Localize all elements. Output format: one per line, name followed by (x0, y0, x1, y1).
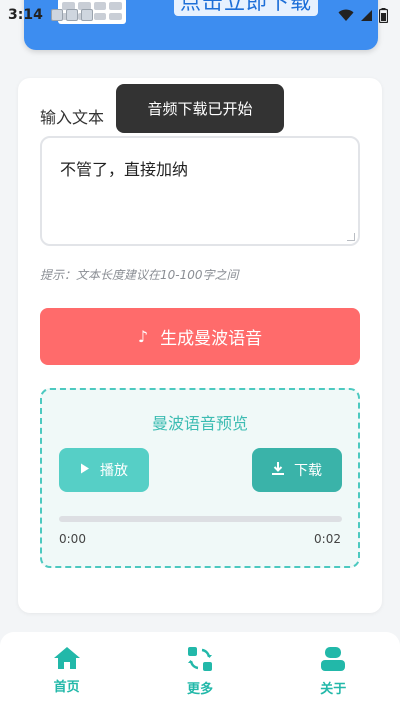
preview-title: 曼波语音预览 (151, 414, 248, 433)
signal-icon (360, 9, 373, 22)
notification-icon (80, 9, 93, 21)
more-icon (187, 646, 213, 672)
nav-item-label: 更多 (186, 682, 213, 697)
nav-item-more[interactable]: 更多 (150, 646, 250, 697)
play-button-label: 播放 (100, 463, 128, 479)
preview-panel: 曼波语音预览 播放 下载 0:00 0:02 (40, 388, 360, 568)
status-left: 3:14 (8, 7, 93, 23)
bottom-nav: 首页 更多 关于 (0, 632, 400, 711)
status-time: 3:14 (8, 7, 43, 23)
play-icon (80, 462, 90, 478)
notification-icon (50, 9, 63, 21)
music-note-icon: ♪ (137, 327, 149, 346)
generate-button-label: 生成曼波语音 (160, 329, 263, 349)
audio-progress-bar[interactable] (59, 516, 342, 522)
text-input-value: 不管了，直接加纳 (60, 160, 189, 179)
notification-icon (65, 9, 78, 21)
user-icon (320, 646, 346, 672)
nav-item-about[interactable]: 关于 (283, 646, 383, 697)
nav-item-label: 首页 (53, 680, 80, 695)
home-icon (53, 646, 81, 670)
hint-text: 提示：文本长度建议在10-100字之间 (40, 268, 239, 282)
download-button-label: 下载 (294, 463, 322, 479)
download-icon (272, 461, 284, 479)
play-button[interactable]: 播放 (59, 448, 149, 492)
nav-item-home[interactable]: 首页 (17, 646, 117, 695)
notification-icons (50, 9, 93, 21)
battery-icon (379, 7, 388, 23)
resize-handle-icon[interactable] (347, 233, 355, 241)
wifi-icon (338, 9, 354, 22)
nav-item-label: 关于 (320, 682, 347, 697)
generate-button[interactable]: ♪ 生成曼波语音 (40, 308, 360, 365)
current-time: 0:00 (59, 532, 86, 546)
input-label: 输入文本 (40, 108, 105, 127)
total-time: 0:02 (314, 532, 341, 546)
main-card: 输入文本 不管了，直接加纳 提示：文本长度建议在10-100字之间 ♪ 生成曼波… (18, 78, 382, 613)
toast-message: 音频下载已开始 (116, 84, 284, 133)
status-bar: 3:14 (0, 0, 400, 30)
download-button[interactable]: 下载 (252, 448, 342, 492)
status-right (338, 7, 388, 23)
text-input[interactable]: 不管了，直接加纳 (40, 136, 360, 246)
